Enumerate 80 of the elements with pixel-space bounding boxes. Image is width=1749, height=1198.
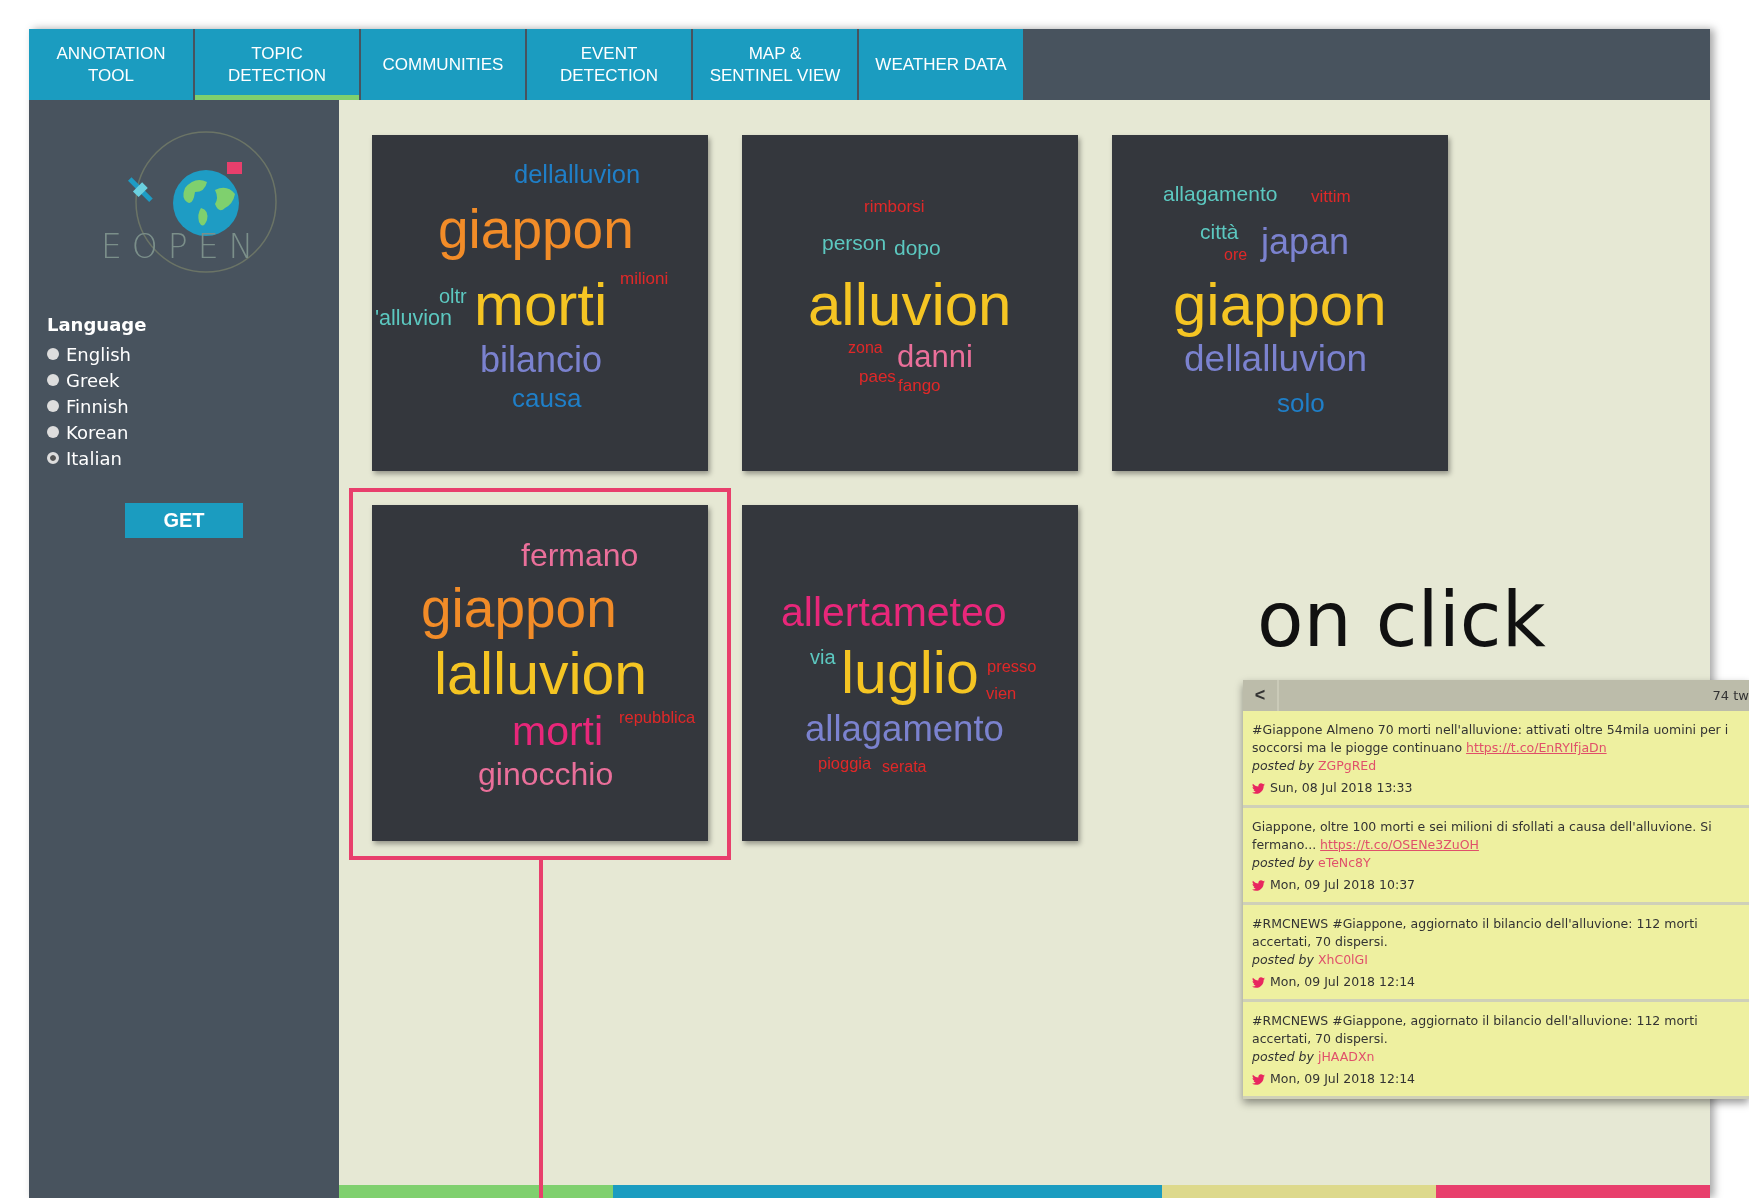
nav-tab[interactable]: ANNOTATION TOOL (29, 29, 193, 100)
tweet-date: Mon, 09 Jul 2018 10:37 (1270, 876, 1416, 894)
nav-tab[interactable]: TOPIC DETECTION (195, 29, 359, 100)
nav-tab[interactable]: EVENT DETECTION (527, 29, 691, 100)
cloud-word: ore (1224, 247, 1248, 264)
language-option[interactable]: English (47, 341, 131, 367)
language-option[interactable]: Korean (47, 419, 129, 445)
cloud-word: allagamento (1163, 182, 1278, 204)
cloud-word: vittim (1311, 188, 1351, 206)
nav-tab[interactable]: WEATHER DATA (859, 29, 1023, 100)
radio-button[interactable] (47, 452, 59, 464)
cloud-word: dopo (894, 236, 941, 258)
cloud-word: person (822, 231, 887, 253)
nav-tab[interactable]: MAP & SENTINEL VIEW (693, 29, 857, 100)
language-option[interactable]: Greek (47, 367, 120, 393)
tweet-date: Sun, 08 Jul 2018 13:33 (1270, 779, 1413, 797)
cloud-word: paes (859, 368, 896, 386)
annotation-text: on click (1257, 582, 1546, 658)
cloud-word: repubblica (619, 709, 696, 726)
cloud-word: zona (848, 340, 883, 357)
radio-button[interactable] (47, 426, 59, 438)
cloud-word: fango (898, 377, 941, 395)
cloud-word: oltr (439, 286, 467, 306)
cloud-word: lalluvion (434, 645, 648, 705)
nav-tab[interactable]: COMMUNITIES (361, 29, 525, 100)
cloud-word: 'alluvion (375, 307, 452, 330)
author-name[interactable]: ZGPgREd (1317, 757, 1377, 775)
tweet-date: Mon, 09 Jul 2018 12:14 (1270, 1070, 1416, 1088)
cloud-word: pioggia (818, 755, 872, 772)
posted-by-label: posted by (1252, 1048, 1314, 1066)
language-option[interactable]: Finnish (47, 393, 129, 419)
tweet-date: Mon, 09 Jul 2018 12:14 (1270, 973, 1416, 991)
logo-text: EOPEN (101, 230, 264, 263)
get-button[interactable]: GET (125, 503, 243, 538)
word-cloud-card[interactable]: fermano giappon lalluvion morti repubblica ginocchio (372, 505, 708, 841)
cloud-word: bilancio (480, 342, 603, 379)
cloud-word: vien (986, 685, 1017, 702)
cloud-word: fermano (521, 538, 639, 571)
bird-icon (1252, 1072, 1265, 1086)
cloud-word: ginocchio (478, 757, 614, 790)
author-name[interactable]: jHAADXn (1317, 1048, 1375, 1066)
cloud-word: causa (512, 385, 582, 412)
cloud-word: città (1200, 220, 1239, 242)
cloud-word: via (810, 647, 836, 667)
cloud-word: milioni (620, 270, 669, 288)
tweet-link[interactable]: https://t.co/EnRYIfjaDn (1466, 740, 1607, 755)
cloud-word: dellalluvion (1184, 340, 1368, 378)
cloud-word: alluvion (808, 275, 1012, 335)
tweet-text: #Giappone Almeno 70 morti nell'alluvione: attivati oltre 54mila uomini per i soccorsi ma le piogge continuano https://t.co/EnRYIfjaDn (1252, 721, 1730, 757)
language-option[interactable]: Italian (47, 445, 122, 471)
cloud-word: allagamento (805, 711, 1004, 748)
radio-button[interactable] (47, 400, 59, 412)
bird-icon (1252, 878, 1265, 892)
cloud-word: morti (512, 710, 604, 752)
tweet-count: 74 tw (1712, 688, 1749, 703)
cloud-word: solo (1277, 390, 1325, 417)
cloud-word: danni (897, 340, 973, 372)
radio-button[interactable] (47, 348, 59, 360)
cloud-word: rimborsi (864, 198, 925, 216)
cloud-word: presso (987, 658, 1037, 675)
cloud-word: morti (474, 275, 608, 335)
posted-by-label: posted by (1252, 854, 1314, 872)
word-cloud-card[interactable]: dellalluvion giappon milioni oltr 'alluvion morti bilancio causa (372, 135, 708, 471)
tweet-link[interactable]: https://t.co/OSENe3ZuOH (1320, 837, 1479, 852)
tweet-text: #RMCNEWS #Giappone, aggiornato il bilancio dell'alluvione: 112 morti accertati, 70 dispersi. (1252, 915, 1699, 951)
cloud-word: giappon (1173, 275, 1387, 335)
cloud-word: dellalluvion (514, 162, 641, 188)
posted-by-label: posted by (1252, 757, 1314, 775)
radio-button[interactable] (47, 374, 59, 386)
author-name[interactable]: eTeNc8Y (1317, 854, 1371, 872)
tweet-text: #RMCNEWS #Giappone, aggiornato il bilancio dell'alluvione: 112 morti accertati, 70 dispersi. (1252, 1012, 1699, 1048)
bird-icon (1252, 975, 1265, 989)
cloud-word: serata (882, 759, 927, 776)
cloud-word: allertameteo (781, 591, 1007, 633)
bird-icon (1252, 781, 1265, 795)
language-label: Language (47, 314, 147, 335)
cloud-word: luglio (841, 644, 979, 704)
cloud-word: japan (1261, 224, 1350, 261)
posted-by-label: posted by (1252, 951, 1314, 969)
author-name[interactable]: XhC0lGI (1317, 951, 1368, 969)
